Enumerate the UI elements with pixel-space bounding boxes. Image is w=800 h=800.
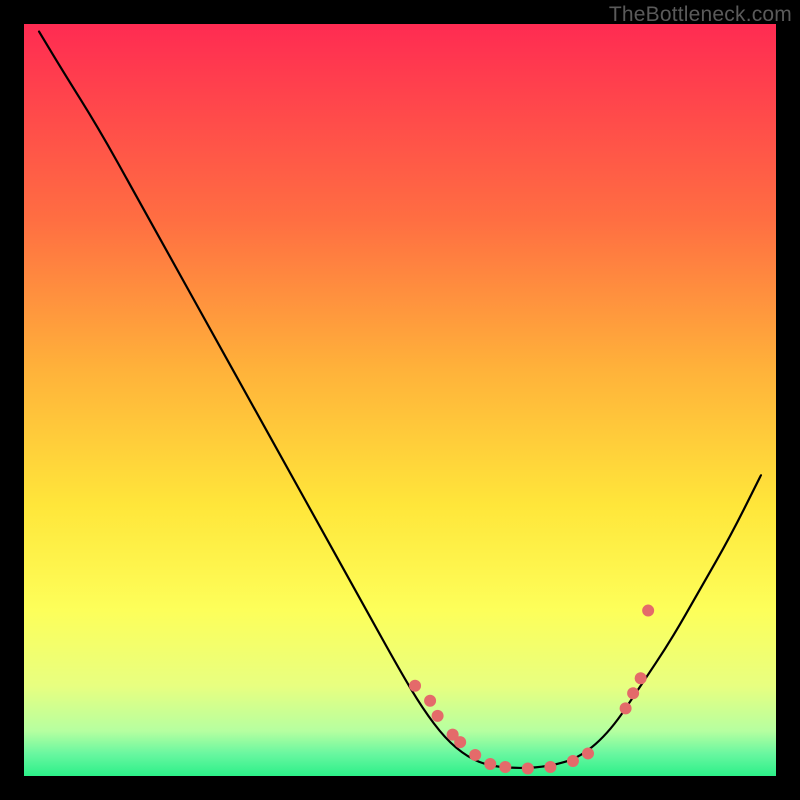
- data-marker: [499, 761, 511, 773]
- data-marker: [642, 605, 654, 617]
- watermark-text: TheBottleneck.com: [609, 3, 792, 27]
- data-marker: [544, 761, 556, 773]
- data-marker: [635, 672, 647, 684]
- data-marker: [469, 749, 481, 761]
- data-marker: [409, 680, 421, 692]
- chart-plot: [24, 24, 776, 776]
- data-marker: [484, 758, 496, 770]
- data-marker: [620, 702, 632, 714]
- data-marker: [582, 747, 594, 759]
- data-marker: [627, 687, 639, 699]
- data-marker: [454, 736, 466, 748]
- data-marker: [424, 695, 436, 707]
- data-marker: [522, 762, 534, 774]
- data-marker: [567, 755, 579, 767]
- data-marker: [432, 710, 444, 722]
- gradient-bg: [24, 24, 776, 776]
